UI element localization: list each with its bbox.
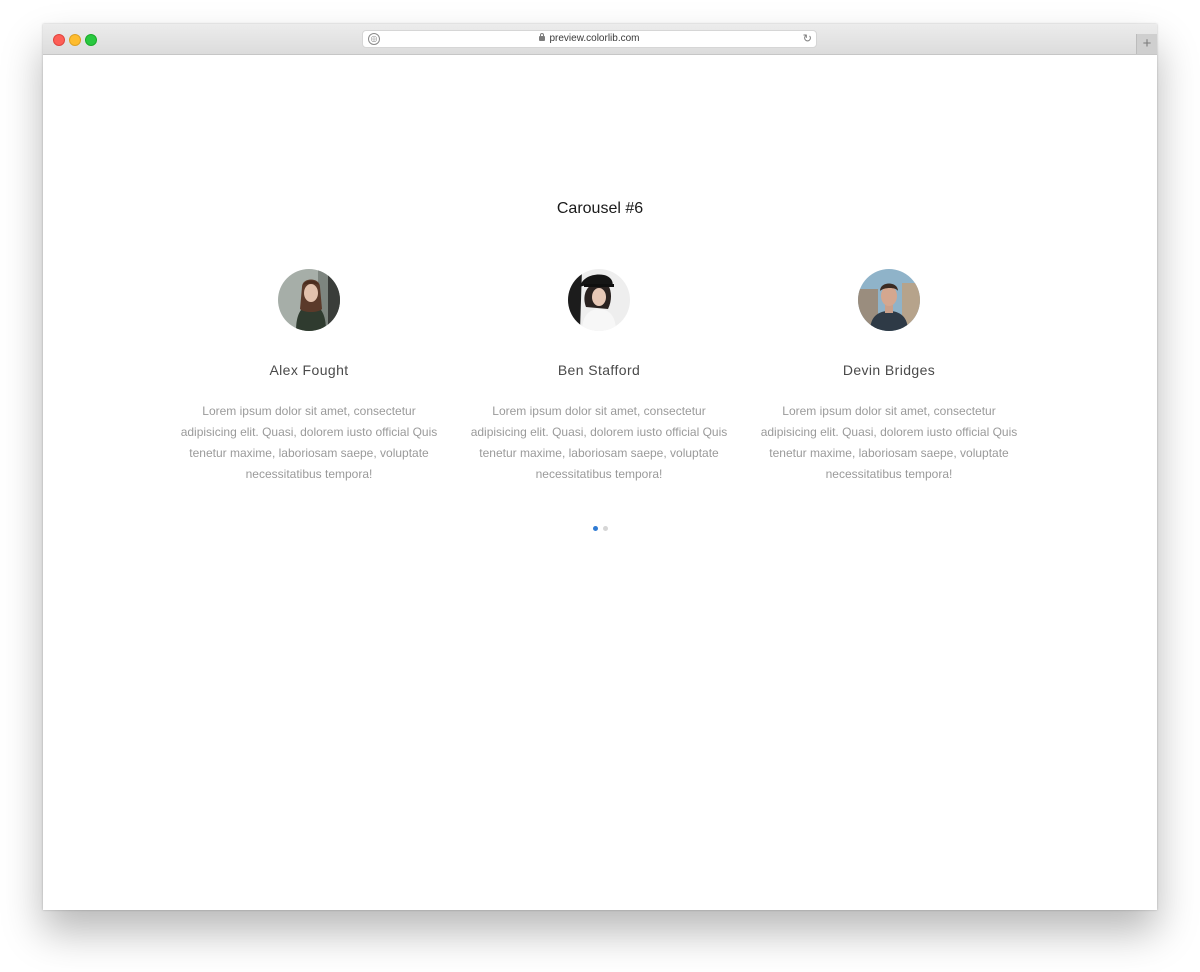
person-name: Ben Stafford: [557, 362, 641, 378]
avatar-man-photo: [858, 269, 920, 331]
carousel-dot[interactable]: [592, 526, 598, 531]
zoom-window-button[interactable]: [85, 34, 97, 46]
carousel-pagination: [43, 526, 1157, 531]
minimize-window-button[interactable]: [69, 34, 81, 46]
person-description: Lorem ipsum dolor sit amet, consectetur …: [180, 404, 438, 481]
person-name: Alex Fought: [269, 362, 349, 378]
carousel-dot[interactable]: [602, 526, 608, 531]
avatar: [568, 269, 630, 331]
carousel-item: Alex Fought Lorem ipsum dolor sit amet, …: [174, 269, 444, 485]
avatar-woman-photo: [278, 269, 340, 331]
browser-toolbar: ◎ preview.colorlib.com ↻ +: [43, 24, 1157, 55]
new-tab-button[interactable]: +: [1136, 34, 1157, 54]
carousel-item: Ben Stafford Lorem ipsum dolor sit amet,…: [464, 269, 734, 485]
address-bar[interactable]: ◎ preview.colorlib.com ↻: [362, 30, 817, 48]
person-name: Devin Bridges: [842, 362, 936, 378]
avatar: [278, 269, 340, 331]
page-title: Carousel #6: [556, 200, 644, 217]
avatar: [858, 269, 920, 331]
url-display[interactable]: preview.colorlib.com: [363, 31, 816, 47]
browser-window: ◎ preview.colorlib.com ↻ + Carousel #6 A…: [43, 24, 1157, 910]
carousel-item: Devin Bridges Lorem ipsum dolor sit amet…: [754, 269, 1024, 485]
person-description: Lorem ipsum dolor sit amet, consectetur …: [760, 404, 1018, 481]
reload-icon[interactable]: ↻: [803, 32, 812, 46]
page-content: Carousel #6 Alex Fought Lorem ipsum dolo…: [43, 55, 1157, 910]
avatar-woman-hat-photo: [568, 269, 630, 331]
url-text: preview.colorlib.com: [549, 33, 640, 44]
close-window-button[interactable]: [53, 34, 65, 46]
person-description: Lorem ipsum dolor sit amet, consectetur …: [470, 404, 728, 481]
lock-icon: [539, 33, 546, 41]
